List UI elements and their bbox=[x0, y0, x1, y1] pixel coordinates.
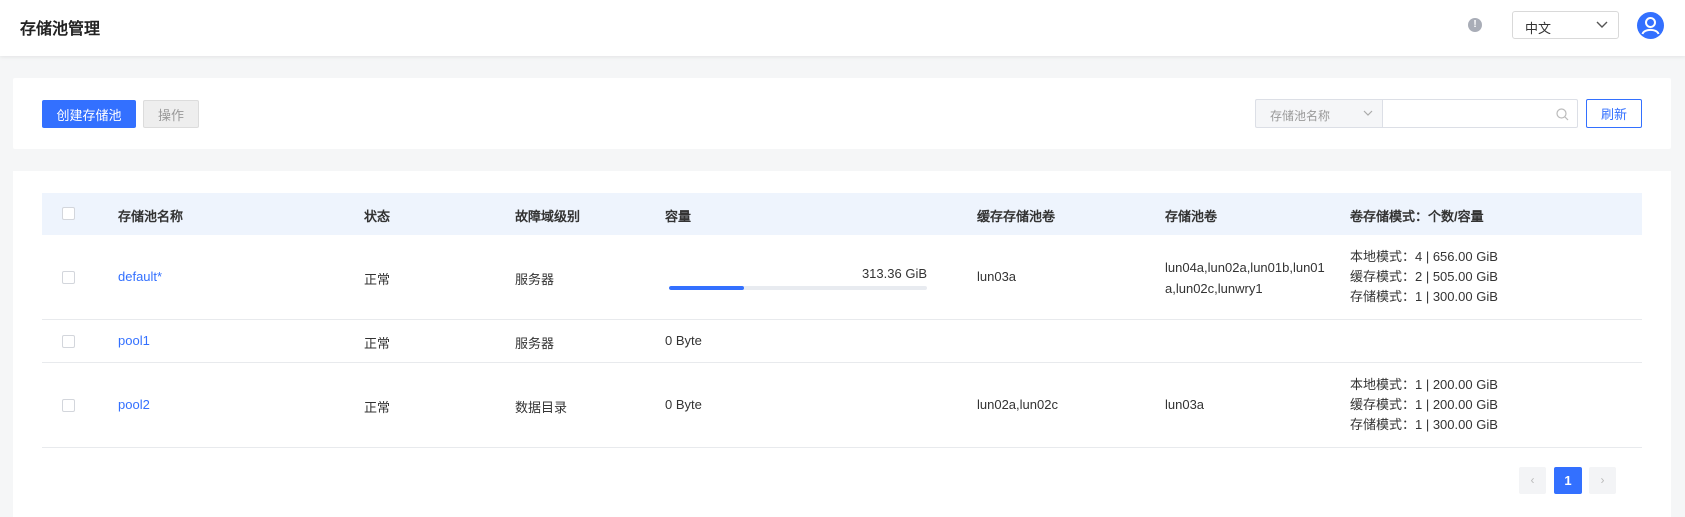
pool-volumes: lun03a bbox=[1165, 397, 1205, 412]
row-checkbox[interactable] bbox=[62, 335, 75, 348]
mode-local: 本地模式：1 | 200.00 GiB bbox=[1350, 377, 1498, 392]
row-checkbox[interactable] bbox=[62, 399, 75, 412]
cache-volumes: lun02a,lun02c bbox=[977, 397, 1058, 412]
mode-local: 本地模式：4 | 656.00 GiB bbox=[1350, 249, 1498, 264]
select-all-checkbox[interactable] bbox=[62, 207, 75, 220]
table-header: 存储池名称 状态 故障域级别 容量 缓存存储池卷 存储池卷 卷存储模式：个数/容… bbox=[42, 193, 1642, 235]
language-select-value: 中文 bbox=[1525, 21, 1552, 36]
column-header-volume-modes[interactable]: 卷存储模式：个数/容量 bbox=[1350, 206, 1484, 225]
mode-storage: 存储模式：1 | 300.00 GiB bbox=[1350, 289, 1498, 304]
pool-status: 正常 bbox=[364, 400, 391, 415]
language-select[interactable]: 中文 bbox=[1512, 11, 1619, 39]
capacity-bar: 313.36 GiB bbox=[669, 266, 927, 292]
capacity-fill bbox=[669, 286, 744, 290]
mode-cache: 缓存模式：2 | 505.00 GiB bbox=[1350, 269, 1498, 284]
pool-volumes: lun04a,lun02a,lun01b,lun01a,lun02c,lunwr… bbox=[1165, 260, 1325, 296]
capacity-value: 313.36 GiB bbox=[861, 266, 927, 281]
capacity-value: 0 Byte bbox=[665, 333, 702, 348]
refresh-button[interactable]: 刷新 bbox=[1586, 99, 1642, 128]
page-button-current[interactable]: 1 bbox=[1554, 467, 1582, 494]
search-field-select[interactable]: 存储池名称 bbox=[1255, 99, 1382, 128]
pool-fault-domain: 服务器 bbox=[515, 272, 555, 287]
table-row[interactable]: default* 正常 服务器 313.36 GiB lun03a lun04a… bbox=[42, 235, 1642, 320]
column-header-name[interactable]: 存储池名称 bbox=[118, 206, 183, 225]
chevron-down-icon bbox=[1363, 110, 1373, 116]
capacity-track bbox=[669, 286, 927, 290]
chevron-down-icon bbox=[1596, 21, 1608, 28]
mode-storage: 存储模式：1 | 300.00 GiB bbox=[1350, 417, 1498, 432]
action-button[interactable]: 操作 bbox=[143, 100, 199, 128]
volume-modes: 本地模式：4 | 656.00 GiB 缓存模式：2 | 505.00 GiB … bbox=[1350, 247, 1498, 307]
row-checkbox[interactable] bbox=[62, 271, 75, 284]
user-avatar-icon[interactable] bbox=[1637, 12, 1664, 39]
top-header: 存储池管理 ! 中文 bbox=[0, 0, 1685, 56]
volume-modes: 本地模式：1 | 200.00 GiB 缓存模式：1 | 200.00 GiB … bbox=[1350, 375, 1498, 435]
create-pool-button[interactable]: 创建存储池 bbox=[42, 100, 136, 128]
capacity-value: 0 Byte bbox=[665, 397, 702, 412]
toolbar-card: 创建存储池 操作 存储池名称 刷新 bbox=[13, 78, 1671, 149]
table-row[interactable]: pool1 正常 服务器 0 Byte bbox=[42, 320, 1642, 363]
pool-name-link[interactable]: pool1 bbox=[118, 333, 150, 348]
column-header-volumes[interactable]: 存储池卷 bbox=[1165, 206, 1217, 225]
search-box[interactable] bbox=[1382, 99, 1578, 128]
cache-volumes: lun03a bbox=[977, 269, 1017, 284]
search-input[interactable] bbox=[1389, 104, 1549, 123]
mode-cache: 缓存模式：1 | 200.00 GiB bbox=[1350, 397, 1498, 412]
pool-name-link[interactable]: default* bbox=[118, 269, 162, 284]
table-row[interactable]: pool2 正常 数据目录 0 Byte lun02a,lun02c lun03… bbox=[42, 363, 1642, 448]
pool-table-card: 存储池名称 状态 故障域级别 容量 缓存存储池卷 存储池卷 卷存储模式：个数/容… bbox=[13, 171, 1671, 517]
prev-page-button[interactable]: ‹ bbox=[1519, 467, 1546, 494]
page-title: 存储池管理 bbox=[20, 21, 101, 38]
pool-fault-domain: 服务器 bbox=[515, 336, 555, 351]
column-header-cache-volumes[interactable]: 缓存存储池卷 bbox=[977, 206, 1055, 225]
pool-name-link[interactable]: pool2 bbox=[118, 397, 150, 412]
search-icon[interactable] bbox=[1556, 108, 1569, 121]
column-header-capacity[interactable]: 容量 bbox=[665, 206, 691, 225]
pool-status: 正常 bbox=[364, 272, 391, 287]
pool-fault-domain: 数据目录 bbox=[515, 400, 568, 415]
next-page-button[interactable]: › bbox=[1589, 467, 1616, 494]
pool-status: 正常 bbox=[364, 336, 391, 351]
search-field-value: 存储池名称 bbox=[1270, 109, 1331, 123]
column-header-fault-domain[interactable]: 故障域级别 bbox=[515, 206, 580, 225]
column-header-status[interactable]: 状态 bbox=[364, 206, 390, 225]
info-icon[interactable]: ! bbox=[1468, 18, 1482, 32]
